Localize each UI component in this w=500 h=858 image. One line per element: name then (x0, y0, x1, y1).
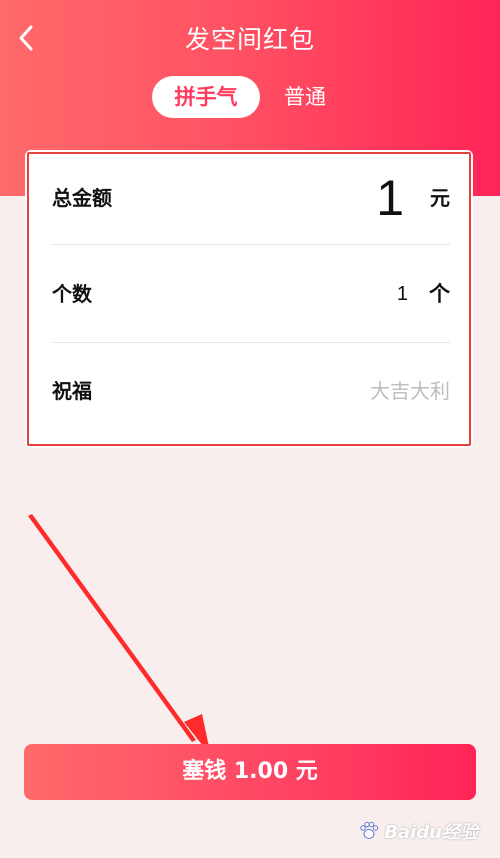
amount-label: 总金额 (52, 186, 112, 210)
count-row[interactable]: 个数 1 个 (52, 246, 450, 342)
watermark-text: Baidu经验 (384, 822, 478, 843)
divider (52, 244, 450, 245)
blessing-row[interactable]: 祝福 大吉大利 (52, 343, 450, 439)
count-input[interactable]: 1 (397, 246, 408, 342)
baidu-watermark: Baidu经验 (358, 818, 478, 844)
amount-unit: 元 (430, 186, 450, 210)
paw-icon (360, 821, 379, 839)
amount-input[interactable]: 1 (376, 170, 404, 226)
tab-lucky[interactable]: 拼手气 (152, 76, 260, 118)
pay-button[interactable]: 塞钱 1.00 元 (24, 744, 476, 800)
blessing-label: 祝福 (52, 379, 92, 403)
count-unit: 个 (429, 282, 450, 306)
count-label: 个数 (52, 282, 92, 306)
page-title: 发空间红包 (184, 25, 315, 54)
tab-normal[interactable]: 普通 (272, 76, 338, 118)
blessing-input[interactable]: 大吉大利 (370, 343, 450, 439)
amount-row[interactable]: 总金额 1 元 (52, 150, 450, 246)
